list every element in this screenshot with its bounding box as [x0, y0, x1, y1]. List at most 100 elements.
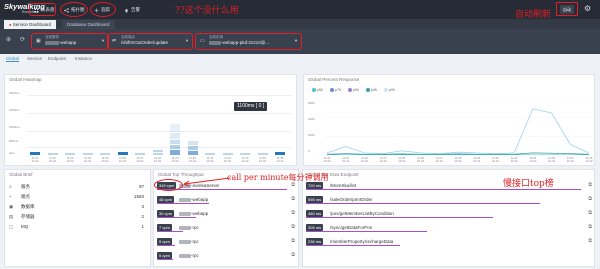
percent-x-tick: 11:32 10-22 — [529, 156, 537, 163]
chevron-down-icon: ▼ — [101, 38, 105, 43]
percent-x-tick: 11:33 10-22 — [547, 156, 556, 163]
heatmap-y-label: 0ms — [9, 151, 15, 155]
sub-tabs: Global Service Endpoint Instance — [0, 54, 600, 64]
legend-dot[interactable] — [384, 88, 388, 92]
slow-endpoint-row[interactable]: 595 ms/saleOrder/printOrder ⧉ — [306, 195, 594, 204]
copy-icon[interactable]: ⧉ — [291, 224, 295, 230]
cpm-badge: 30 cpm — [157, 210, 175, 217]
tab-service-dashboard[interactable]: ● Service Dashboard — [4, 20, 56, 29]
heatmap-x-tick: 11:25 10-22 — [101, 156, 109, 163]
copy-icon[interactable]: ⧉ — [291, 196, 295, 202]
heatmap-x-tick: 11:26 10-22 — [118, 156, 127, 163]
slow-endpoint-row[interactable]: 236 ms/memberProperty/rechargeData ⧉ — [306, 237, 594, 246]
heatmap-x-tick: 11:27 10-22 — [136, 156, 144, 163]
topology-icon — [64, 8, 69, 13]
nav-dashboard-button[interactable]: 仪表盘 — [32, 5, 55, 15]
throughput-row[interactable]: 5 cpm -rpc ⧉ — [157, 237, 297, 246]
ms-badge: 595 ms — [306, 196, 324, 203]
tab-instance[interactable]: Instance — [75, 56, 92, 61]
heatmap-cell — [82, 153, 93, 155]
add-icon[interactable]: ⊕ — [6, 36, 11, 43]
heatmap-x-tick: 11:35 10-22 — [276, 156, 284, 163]
copy-icon[interactable]: ⧉ — [588, 182, 592, 188]
heatmap-cell — [170, 150, 180, 155]
brief-value: 1 — [141, 224, 144, 229]
legend-dot[interactable] — [312, 88, 316, 92]
auto-refresh-button[interactable]: 自动 — [560, 5, 574, 14]
throughput-row[interactable]: 5 cpm -rpc ⧉ — [157, 251, 297, 260]
series-line-p99 — [326, 108, 590, 155]
throughput-row[interactable]: 7 cpm -rpc ⧉ — [157, 223, 297, 232]
global-brief-panel: Global Brief ≡ 服务 97 ⌁ 端点 1583 ▣ 数据库 3 ▤ 存储器 2 ▢ MQ 1 — [4, 169, 151, 267]
brief-label: MQ — [21, 224, 29, 229]
heatmap-cell — [205, 153, 215, 155]
service-select[interactable]: ▣ 当前服务 -webapp ▼ — [33, 33, 107, 48]
settings-gear-icon[interactable]: ⚙ — [584, 4, 591, 14]
slow-bar — [306, 231, 427, 232]
selector-bar: ⊕ ⟳ ▣ 当前服务 -webapp ▼ ⇄ 当前端点 /shiftInOutO… — [0, 29, 600, 54]
tab-database-dashboard[interactable]: Database Dashboard — [62, 20, 115, 29]
percent-title: Global Percent Response — [308, 77, 360, 82]
legend-dot[interactable] — [330, 88, 334, 92]
percent-x-tick: 11:29 10-22 — [473, 156, 481, 163]
percent-x-tick: 11:34 10-22 — [566, 156, 574, 163]
endpoint-select[interactable]: ⇄ 当前端点 /shiftInOutOrder/update ▼ — [109, 33, 191, 48]
copy-icon[interactable]: ⧉ — [291, 238, 295, 244]
throughput-bar — [157, 189, 287, 190]
service-name: -rpc — [179, 238, 199, 245]
percent-line-chart[interactable] — [324, 99, 592, 155]
heatmap-cell — [187, 146, 198, 150]
bell-icon — [125, 9, 128, 13]
heatmap-cell — [170, 145, 180, 149]
percent-y-label: 0 — [308, 149, 310, 153]
heatmap-x-tick: 11:29 10-22 — [171, 156, 179, 163]
percent-x-tick: 11:30 10-22 — [491, 156, 499, 163]
slow-endpoint-row[interactable]: 305 ms/sync/getDataForPos ⧉ — [306, 223, 594, 232]
percent-response-panel: Global Percent Response p50 p75 p90 p95 p99 … — [303, 74, 595, 166]
heatmap-gridline — [27, 131, 292, 132]
ms-badge: 720 ms — [306, 182, 324, 189]
legend-dot[interactable] — [348, 88, 352, 92]
throughput-bar — [157, 217, 196, 218]
brief-value: 97 — [138, 184, 144, 189]
nav-topology-button[interactable]: 拓扑图 — [62, 5, 85, 15]
copy-icon[interactable]: ⧉ — [588, 238, 592, 244]
copy-icon[interactable]: ⧉ — [588, 196, 592, 202]
legend-label: p95 — [371, 88, 377, 92]
heatmap-x-tick: 11:28 10-22 — [153, 156, 162, 163]
percent-x-tick: 11:31 10-22 — [510, 156, 518, 163]
copy-icon[interactable]: ⧉ — [291, 252, 295, 258]
heatmap-x-tick: 11:34 10-22 — [258, 156, 267, 163]
slow-bar — [306, 189, 581, 190]
throughput-bar — [157, 245, 176, 246]
slow-endpoint-row[interactable]: 480 ms/pos/getMemberListByCondition ⧉ — [306, 209, 594, 218]
nav-trace-button[interactable]: 追踪 — [92, 5, 110, 15]
heatmap-x-tick: 11:30 10-22 — [188, 156, 197, 163]
throughput-row[interactable]: 48 cpm -webapp ⧉ — [157, 195, 297, 204]
trace-icon — [94, 8, 99, 13]
endpoint-name: /MoreSku/list — [330, 183, 357, 188]
reload-icon[interactable]: ⟳ — [20, 36, 25, 43]
heatmap-cell — [222, 153, 233, 155]
legend-label: p99 — [389, 88, 395, 92]
throughput-row[interactable]: 30 cpm -webapp ⧉ — [157, 209, 297, 218]
legend-dot[interactable] — [366, 88, 370, 92]
cpm-badge: 5 cpm — [157, 238, 172, 245]
brief-icon: ▣ — [9, 204, 14, 209]
nav-alarm-button[interactable]: 告警 — [122, 5, 140, 15]
tab-service[interactable]: Service — [27, 56, 42, 61]
heatmap-cell — [170, 133, 180, 139]
heatmap-cell — [100, 153, 110, 155]
brief-title: Global Brief — [9, 172, 33, 177]
instance-select[interactable]: ▭ 当前实例 -webapp-pkd:31210@... ▼ — [197, 33, 300, 48]
slow-bar — [306, 245, 400, 246]
copy-icon[interactable]: ⧉ — [588, 224, 592, 230]
heatmap-x-tick: 11:23 10-22 — [66, 156, 74, 163]
tab-global[interactable]: Global — [6, 56, 20, 62]
heatmap-y-label: 1000ms — [9, 125, 20, 129]
tab-endpoint[interactable]: Endpoint — [48, 56, 66, 61]
copy-icon[interactable]: ⧉ — [291, 210, 295, 216]
endpoint-name: /sync/getDataForPos — [330, 225, 373, 230]
copy-icon[interactable]: ⧉ — [588, 210, 592, 216]
heatmap-gridline — [27, 113, 292, 114]
